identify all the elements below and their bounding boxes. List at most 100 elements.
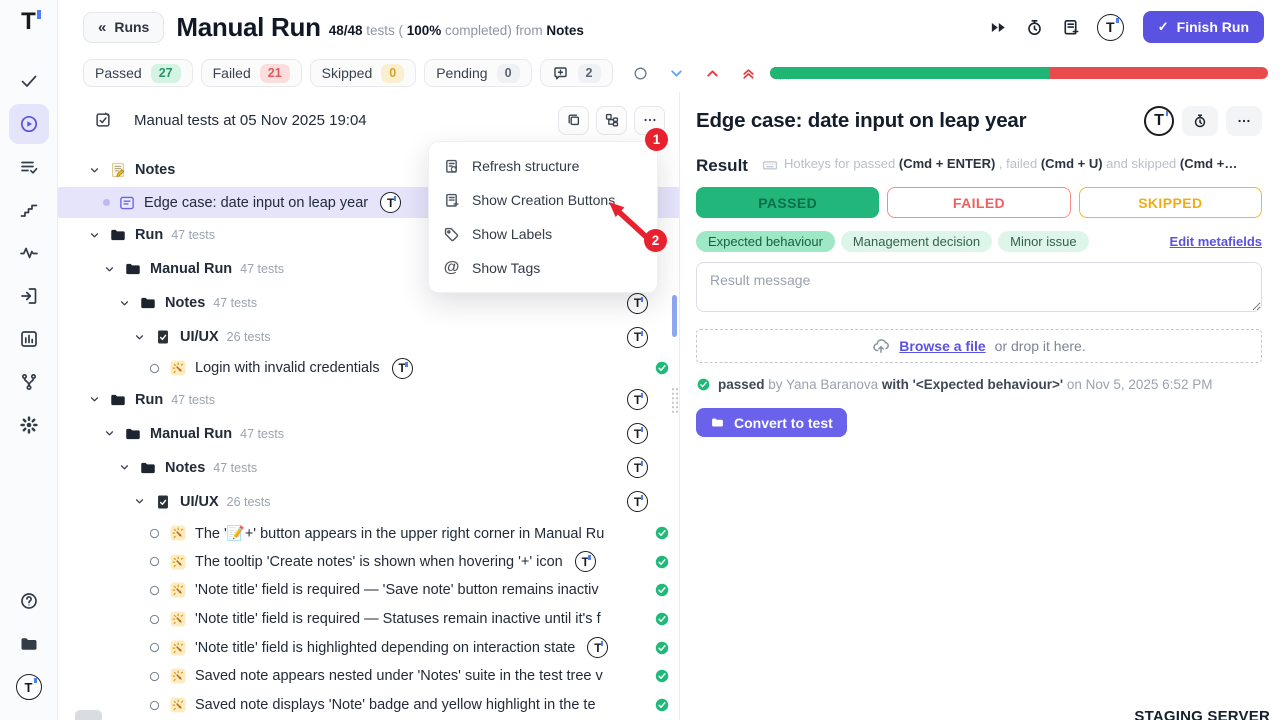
chevron-down-icon[interactable]: [103, 263, 116, 276]
status-failed-button[interactable]: FAILED: [887, 187, 1070, 218]
convert-to-test-button[interactable]: Convert to test: [696, 408, 847, 437]
panel-resize-handle[interactable]: [671, 387, 679, 413]
test-status-ring-icon[interactable]: [148, 584, 161, 597]
test-status-ring-icon[interactable]: [148, 362, 161, 375]
tree-row[interactable]: Saved note appears nested under 'Notes' …: [58, 662, 679, 691]
double-chevron-left-icon: «: [98, 19, 106, 36]
test-click-icon: [169, 667, 187, 685]
result-message-input[interactable]: [696, 262, 1262, 312]
filter-passed-button[interactable]: Passed27: [83, 59, 193, 87]
sidebar-item-projects[interactable]: [9, 624, 49, 664]
sidebar-item-help[interactable]: [9, 581, 49, 621]
annotation-badge-2: 2: [644, 229, 667, 252]
metafield-pill[interactable]: Minor issue: [998, 231, 1088, 252]
tree-row[interactable]: UI/UX26 testsT: [58, 485, 679, 519]
cut-off-button[interactable]: [75, 710, 102, 720]
sidebar-item-settings[interactable]: [9, 405, 49, 445]
refreshdoc-icon: [443, 158, 460, 175]
comments-count-badge: 2: [578, 64, 601, 83]
browse-file-link[interactable]: Browse a file: [899, 338, 985, 354]
chevron-down-icon[interactable]: [88, 229, 101, 242]
file-dropzone[interactable]: Browse a file or drop it here.: [696, 329, 1262, 363]
test-more-options-button[interactable]: [1226, 106, 1262, 136]
cloud-upload-icon: [872, 337, 890, 355]
filter-failed-button[interactable]: Failed21: [201, 59, 302, 87]
sidebar-item-profile[interactable]: T: [9, 667, 49, 707]
stopwatch-button[interactable]: [1182, 106, 1218, 136]
test-click-icon: [169, 639, 187, 657]
chevron-down-icon[interactable]: [133, 331, 146, 344]
test-status-ring-icon[interactable]: [148, 699, 161, 712]
sidebar-item-test-plans[interactable]: [9, 147, 49, 187]
tree-row[interactable]: 'Note title' field is required — 'Save n…: [58, 576, 679, 605]
tree-row[interactable]: Notes47 testsT: [58, 451, 679, 485]
test-status-ring-icon[interactable]: [148, 555, 161, 568]
tree-row[interactable]: The '📝+' button appears in the upper rig…: [58, 519, 679, 548]
test-status-ring-icon[interactable]: [148, 641, 161, 654]
sidebar-item-runs[interactable]: [9, 104, 49, 144]
tree-row[interactable]: The tooltip 'Create notes' is shown when…: [58, 547, 679, 576]
passed-check-icon: [654, 582, 670, 598]
check-circle-icon: [696, 377, 711, 392]
left-nav-rail: T T: [0, 0, 58, 720]
double-chevron-up-icon[interactable]: [740, 65, 757, 82]
testomat-logo-icon: T: [627, 491, 648, 512]
tree-row[interactable]: Saved note displays 'Note' badge and yel…: [58, 691, 679, 720]
edit-metafields-link[interactable]: Edit metafields: [1170, 234, 1262, 249]
tree-row[interactable]: Manual Run47 testsT: [58, 417, 679, 451]
sidebar-item-tests[interactable]: [9, 61, 49, 101]
comments-filter-button[interactable]: 2: [540, 59, 613, 87]
menu-item-show-labels[interactable]: Show Labels: [429, 217, 657, 251]
filter-skipped-button[interactable]: Skipped0: [310, 59, 417, 87]
tree-row[interactable]: Run47 testsT: [58, 383, 679, 417]
testomat-logo-icon[interactable]: T: [1144, 106, 1174, 136]
sidebar-item-analytics[interactable]: [9, 319, 49, 359]
count-badge: 0: [381, 64, 404, 83]
tree-row[interactable]: 'Note title' field is highlighted depend…: [58, 633, 679, 662]
back-to-runs-button[interactable]: « Runs: [83, 12, 164, 43]
sidebar-item-import[interactable]: [9, 276, 49, 316]
test-status-ring-icon[interactable]: [148, 527, 161, 540]
back-label: Runs: [114, 19, 149, 35]
sidebar-item-branches[interactable]: [9, 362, 49, 402]
finish-run-button[interactable]: ✓ Finish Run: [1143, 11, 1264, 43]
metafield-pill[interactable]: Expected behaviour: [696, 231, 835, 252]
tree-view-button[interactable]: [596, 106, 627, 135]
tree-scrollbar[interactable]: [672, 295, 677, 337]
menu-item-refresh-structure[interactable]: Refresh structure: [429, 149, 657, 183]
chevron-down-icon[interactable]: [88, 164, 101, 177]
menu-item-show-tags[interactable]: @Show Tags: [429, 251, 657, 285]
tree-row[interactable]: Login with invalid credentialsT: [58, 354, 679, 383]
test-status-ring-icon[interactable]: [148, 670, 161, 683]
status-skipped-button[interactable]: SKIPPED: [1079, 187, 1262, 218]
status-passed-button[interactable]: PASSED: [696, 187, 879, 218]
test-click-icon: [169, 359, 187, 377]
fast-forward-icon[interactable]: [989, 18, 1008, 37]
metafield-pill[interactable]: Management decision: [841, 231, 992, 252]
chevron-down-icon[interactable]: [88, 393, 101, 406]
chevron-down-icon[interactable]: [133, 495, 146, 508]
add-note-icon[interactable]: [1061, 18, 1080, 37]
testomat-logo-icon: T: [392, 358, 413, 379]
filter-pending-button[interactable]: Pending0: [424, 59, 531, 87]
tree-row[interactable]: UI/UX26 testsT: [58, 320, 679, 354]
chevron-down-icon[interactable]: [118, 461, 131, 474]
folder-icon: [139, 459, 157, 477]
tree-header: Manual tests at 05 Nov 2025 19:04: [58, 92, 679, 148]
timer-icon[interactable]: [1025, 18, 1044, 37]
circle-status-icon[interactable]: [632, 65, 649, 82]
test-status-ring-icon[interactable]: [148, 613, 161, 626]
testomat-logo-icon[interactable]: T: [1097, 14, 1124, 41]
sidebar-item-milestones[interactable]: [9, 190, 49, 230]
filter-bar: Passed27 Failed21 Skipped0Pending0 2: [58, 54, 1280, 92]
chevron-down-icon[interactable]: [118, 297, 131, 310]
menu-item-show-creation-buttons[interactable]: Show Creation Buttons: [429, 183, 657, 217]
copy-structure-button[interactable]: [558, 106, 589, 135]
chevron-down-icon[interactable]: [668, 65, 685, 82]
app-logo-icon[interactable]: T: [21, 8, 36, 36]
chevron-up-icon[interactable]: [704, 65, 721, 82]
sidebar-item-pulse[interactable]: [9, 233, 49, 273]
run-stats: 48/48 tests ( 100% completed) from Notes: [329, 23, 584, 38]
chevron-down-icon[interactable]: [103, 427, 116, 440]
tree-row[interactable]: 'Note title' field is required — Statuse…: [58, 605, 679, 634]
